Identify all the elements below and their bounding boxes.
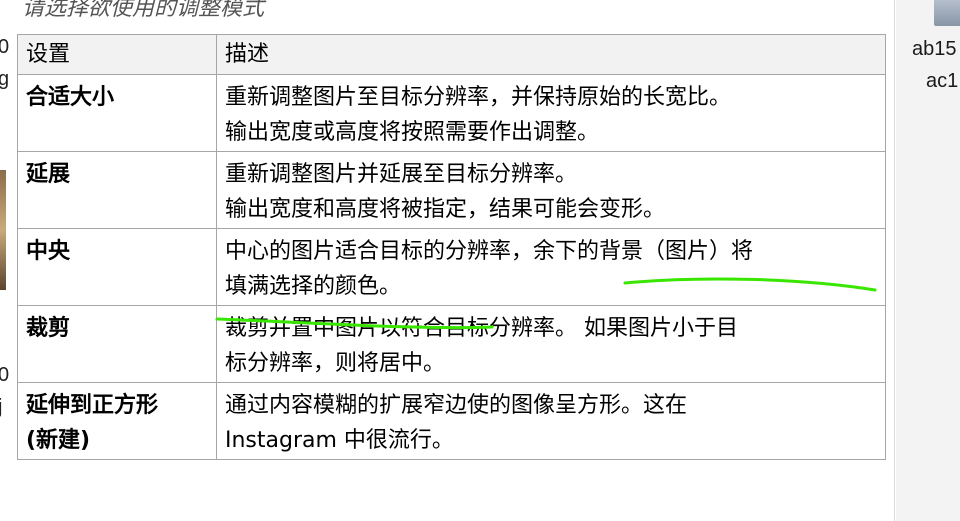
description-line: 通过内容模糊的扩展窄边使的图像呈方形。这在 — [225, 393, 688, 418]
description-line: 中心的图片适合目标的分辨率，余下的背景（图片）将 — [225, 239, 754, 264]
description-line: 重新调整图片至目标分辨率，并保持原始的长宽比。 — [225, 85, 732, 110]
table-row-extend-square: 延伸到正方形 (新建) 通过内容模糊的扩展窄边使的图像呈方形。这在 Instag… — [17, 382, 886, 460]
mode-name-text: 中央 — [26, 239, 71, 264]
table-row-fit: 合适大小 重新调整图片至目标分辨率，并保持原始的长宽比。 输出宽度或高度将按照需… — [17, 74, 886, 152]
mode-name-tag: (新建) — [26, 428, 91, 453]
edge-char: g — [0, 68, 10, 90]
edge-char: 0 — [0, 364, 10, 386]
table-row-center: 中央 中心的图片适合目标的分辨率，余下的背景（图片）将 填满选择的颜色。 — [17, 228, 886, 306]
mode-name: 中央 — [17, 228, 217, 306]
column-header-setting: 设置 — [17, 34, 217, 75]
description-line: 裁剪并置中图片以符合目标分辨率。 如果图片小于目 — [225, 316, 738, 341]
file-browser-pane: ab15 ac1 — [896, 0, 960, 521]
edge-thumbnail — [0, 170, 6, 290]
panel-divider — [894, 0, 895, 521]
left-edge-strip: 0 g 0 j — [0, 0, 10, 521]
mode-description: 通过内容模糊的扩展窄边使的图像呈方形。这在 Instagram 中很流行。 — [216, 382, 886, 460]
mode-name-text: 延伸到正方形 — [26, 393, 159, 418]
edge-char: 0 — [0, 36, 10, 58]
section-heading: 请选择欲使用的调整模式 — [22, 0, 265, 21]
file-thumbnail[interactable] — [934, 0, 960, 26]
description-line: 输出宽度或高度将按照需要作出调整。 — [225, 120, 600, 145]
file-name-label[interactable]: ab15 — [912, 38, 957, 61]
mode-name: 延展 — [17, 151, 217, 229]
mode-name-text: 合适大小 — [26, 85, 115, 110]
mode-description: 中心的图片适合目标的分辨率，余下的背景（图片）将 填满选择的颜色。 — [216, 228, 886, 306]
edge-char: j — [0, 396, 3, 418]
description-line: 标分辨率，则将居中。 — [225, 351, 446, 376]
document-panel: 0 g 0 j 请选择欲使用的调整模式 设置 描述 合适大小 重新调整图片至目标… — [0, 0, 894, 521]
mode-name-text: 延展 — [26, 162, 71, 187]
table-row-crop: 裁剪 裁剪并置中图片以符合目标分辨率。 如果图片小于目 标分辨率，则将居中。 — [17, 305, 886, 383]
description-line: 输出宽度和高度将被指定，结果可能会变形。 — [225, 197, 666, 222]
column-header-description: 描述 — [216, 34, 886, 75]
description-line: Instagram 中很流行。 — [225, 428, 454, 453]
table-row-stretch: 延展 重新调整图片并延展至目标分辨率。 输出宽度和高度将被指定，结果可能会变形。 — [17, 151, 886, 229]
resize-modes-table: 设置 描述 合适大小 重新调整图片至目标分辨率，并保持原始的长宽比。 输出宽度或… — [17, 34, 886, 460]
mode-description: 裁剪并置中图片以符合目标分辨率。 如果图片小于目 标分辨率，则将居中。 — [216, 305, 886, 383]
mode-description: 重新调整图片至目标分辨率，并保持原始的长宽比。 输出宽度或高度将按照需要作出调整… — [216, 74, 886, 152]
table-header-row: 设置 描述 — [17, 34, 886, 75]
mode-name: 合适大小 — [17, 74, 217, 152]
mode-name-text: 裁剪 — [26, 316, 71, 341]
mode-description: 重新调整图片并延展至目标分辨率。 输出宽度和高度将被指定，结果可能会变形。 — [216, 151, 886, 229]
description-line: 填满选择的颜色。 — [225, 274, 402, 299]
file-name-label[interactable]: ac1 — [926, 70, 958, 93]
mode-name: 裁剪 — [17, 305, 217, 383]
description-line: 重新调整图片并延展至目标分辨率。 — [225, 162, 578, 187]
mode-name: 延伸到正方形 (新建) — [17, 382, 217, 460]
